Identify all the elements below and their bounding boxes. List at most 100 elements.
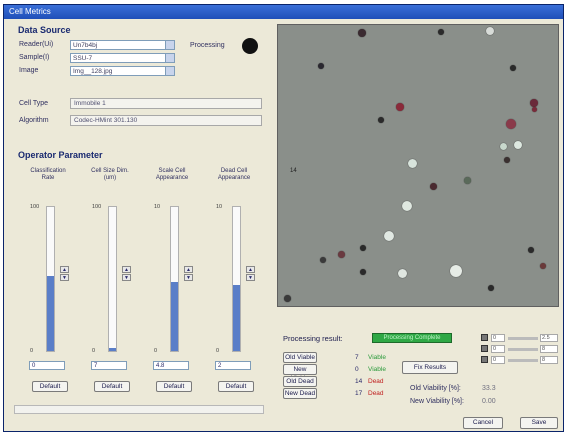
result-row-button[interactable]: Old Viable (283, 352, 317, 363)
image-select[interactable]: Img__128.jpg (70, 66, 175, 76)
result-count: 14 (355, 378, 363, 385)
slider-fill (233, 285, 240, 351)
slider-label: Cell Size Dim. (um) (91, 168, 129, 181)
display-max-field[interactable]: 2.5 (540, 334, 558, 342)
slider-fill (171, 282, 178, 351)
display-min-field[interactable]: 0 (491, 356, 505, 364)
result-count: 7 (355, 354, 359, 361)
cell-blob (464, 177, 471, 184)
brightness-icon (481, 334, 488, 341)
spin-up-icon[interactable]: ▲ (246, 266, 255, 273)
gamma-icon (481, 356, 488, 363)
cell-blob (378, 117, 384, 123)
slider-value-field[interactable]: 4.8 (153, 361, 189, 370)
slider-value-field[interactable]: 7 (91, 361, 127, 370)
slider-value-field[interactable]: 2 (215, 361, 251, 370)
slider-label: Classification Rate (30, 168, 66, 181)
spin-down-icon[interactable]: ▼ (122, 274, 131, 281)
cell-blob (396, 103, 404, 111)
cell-image-view[interactable]: 14 (277, 24, 559, 307)
display-max-field[interactable]: 8 (540, 345, 558, 353)
spin-down-icon[interactable]: ▼ (184, 274, 193, 281)
cell-blob (486, 27, 494, 35)
default-button[interactable]: Default (156, 381, 192, 392)
old-viability-label: Old Viability [%]: (410, 385, 461, 392)
processing-result-label: Processing result: (283, 334, 343, 343)
reader-label: Reader(Ui) (19, 41, 54, 48)
slider-max: 100 (92, 204, 102, 210)
slider-max: 100 (30, 204, 40, 210)
chevron-down-icon[interactable] (165, 54, 174, 62)
default-button[interactable]: Default (32, 381, 68, 392)
cell-blob (500, 143, 507, 150)
cell-blob (384, 231, 394, 241)
reader-select[interactable]: Un7b4bj (70, 40, 175, 50)
cell-blob (398, 269, 407, 278)
chevron-down-icon[interactable] (165, 41, 174, 49)
cell-blob (402, 201, 412, 211)
horizontal-scrollbar[interactable] (14, 405, 264, 414)
old-viability-value: 33.3 (482, 385, 496, 392)
cell-blob (510, 65, 516, 71)
result-state: Viable (368, 354, 386, 361)
slider-max: 10 (216, 204, 223, 210)
cell-blob (284, 295, 291, 302)
default-button[interactable]: Default (94, 381, 130, 392)
slider-track[interactable] (46, 206, 55, 352)
sample-select[interactable]: SSU-7 (70, 53, 175, 63)
cell-blob (488, 285, 494, 291)
cell-blob (530, 99, 538, 107)
display-slider[interactable] (508, 337, 538, 340)
spin-up-icon[interactable]: ▲ (60, 266, 69, 273)
display-slider[interactable] (508, 348, 538, 351)
spin-down-icon[interactable]: ▼ (60, 274, 69, 281)
save-button[interactable]: Save (520, 417, 558, 429)
result-row-button[interactable]: Old Dead (283, 376, 317, 387)
fix-results-button[interactable]: Fix Results (402, 361, 458, 374)
chevron-down-icon[interactable] (165, 67, 174, 75)
new-viability-value: 0.00 (482, 398, 496, 405)
title-bar: Cell Metrics (4, 5, 563, 19)
display-min-field[interactable]: 0 (491, 334, 505, 342)
processing-label: Processing (190, 42, 225, 49)
result-row-button[interactable]: New Viable (283, 364, 317, 382)
cell-blob (338, 251, 345, 258)
slider-track[interactable] (170, 206, 179, 352)
cell-blob (318, 63, 324, 69)
slider-track[interactable] (232, 206, 241, 352)
spin-up-icon[interactable]: ▲ (184, 266, 193, 273)
operator-parameter-heading: Operator Parameter (18, 150, 103, 160)
cell-blob (320, 257, 326, 263)
cell-blob (528, 247, 534, 253)
slider-max: 10 (154, 204, 161, 210)
cell-type-field: Immobile 1 (70, 98, 262, 109)
processing-status-badge: Processing Complete (372, 333, 452, 343)
result-count: 0 (355, 366, 359, 373)
cell-blob (430, 183, 437, 190)
slider-fill (109, 348, 116, 351)
display-slider[interactable] (508, 359, 538, 362)
slider-value-field[interactable]: 0 (29, 361, 65, 370)
spin-down-icon[interactable]: ▼ (246, 274, 255, 281)
cell-blob (438, 29, 444, 35)
processing-indicator (242, 38, 258, 54)
result-row-button[interactable]: New Dead (283, 388, 317, 399)
cell-blob (360, 269, 366, 275)
algorithm-label: Algorithm (19, 117, 49, 124)
result-state: Dead (368, 390, 384, 397)
cancel-button[interactable]: Cancel (463, 417, 503, 429)
result-state: Dead (368, 378, 384, 385)
display-max-field[interactable]: 8 (540, 356, 558, 364)
slider-fill (47, 276, 54, 351)
data-source-heading: Data Source (18, 25, 71, 35)
spin-up-icon[interactable]: ▲ (122, 266, 131, 273)
cell-blob (358, 29, 366, 37)
cell-blob (408, 159, 417, 168)
display-min-field[interactable]: 0 (491, 345, 505, 353)
cell-blob (360, 245, 366, 251)
slider-track[interactable] (108, 206, 117, 352)
cell-blob (504, 157, 510, 163)
default-button[interactable]: Default (218, 381, 254, 392)
slider-min: 0 (154, 348, 158, 354)
slider-label: Dead Cell Appearance (217, 168, 251, 181)
